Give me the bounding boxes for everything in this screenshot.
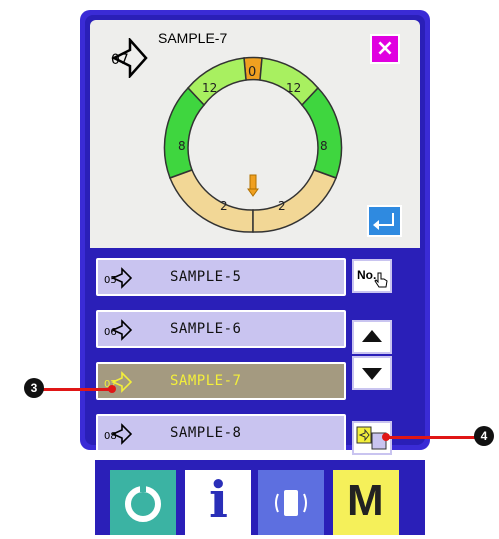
enter-arrow-icon (373, 213, 394, 230)
down-arrow-icon (362, 368, 382, 380)
callout-3-dot (108, 385, 116, 393)
ring-segments (163, 56, 343, 233)
ring-label-upper-right: 12 (286, 81, 301, 95)
information-button[interactable]: i (185, 470, 251, 535)
enter-button[interactable] (367, 205, 402, 237)
row-label: SAMPLE-5 (170, 269, 242, 285)
communication-icon (275, 490, 307, 516)
ring-label-right: 8 (320, 139, 328, 153)
list-item[interactable]: 08 SAMPLE-8 (96, 414, 346, 452)
pattern-number-diamond-icon: 07 (111, 38, 148, 78)
ring-label-bottom-left: 2 (220, 199, 228, 213)
row-label: SAMPLE-8 (170, 425, 242, 441)
pattern-number-diamond-icon: 06 (104, 319, 132, 341)
mode-button[interactable]: M (333, 470, 399, 535)
info-icon: i (209, 470, 228, 529)
row-number: 08 (104, 431, 117, 442)
list-item[interactable]: 05 SAMPLE-5 (96, 258, 346, 296)
pattern-name: SAMPLE-7 (158, 30, 228, 46)
list-item-selected[interactable]: 07 SAMPLE-7 (96, 362, 346, 400)
callout-4-leader-line (386, 436, 476, 439)
needle-position-marker-icon (247, 174, 259, 197)
hand-pointer-icon (374, 272, 388, 288)
ring-segment-8-right (300, 86, 343, 179)
ring-segment-8-left (163, 86, 206, 179)
ring-segment-2-right (252, 169, 337, 233)
number-input-button[interactable]: No. (352, 259, 392, 293)
stitch-ring-diagram: 0 12 12 8 8 2 2 (163, 56, 343, 233)
ring-label-top: 0 (248, 65, 256, 80)
mode-label: M (347, 476, 384, 525)
ring-segment-2-left (169, 169, 254, 233)
callout-3-badge: 3 (24, 378, 44, 398)
scroll-down-button[interactable] (352, 356, 392, 390)
pattern-number-diamond-icon: 05 (104, 267, 132, 289)
ready-button[interactable] (110, 470, 176, 535)
ready-ring-icon (125, 484, 161, 522)
row-number: 05 (104, 275, 117, 286)
list-item[interactable]: 06 SAMPLE-6 (96, 310, 346, 348)
scroll-up-button[interactable] (352, 320, 392, 354)
ring-label-upper-left: 12 (202, 81, 217, 95)
row-number: 06 (104, 327, 117, 338)
callout-4-dot (382, 433, 390, 441)
callout-4-badge: 4 (474, 426, 494, 446)
up-arrow-icon (362, 330, 382, 342)
close-button[interactable]: × (370, 34, 400, 64)
callout-3-leader-line (38, 388, 112, 391)
ring-label-bottom-right: 2 (278, 199, 286, 213)
communication-button[interactable] (258, 470, 324, 535)
row-label: SAMPLE-6 (170, 321, 242, 337)
row-label: SAMPLE-7 (170, 373, 242, 389)
ring-label-left: 8 (178, 139, 186, 153)
pattern-number-text: 07 (111, 52, 129, 68)
pattern-number-diamond-icon: 08 (104, 423, 132, 445)
